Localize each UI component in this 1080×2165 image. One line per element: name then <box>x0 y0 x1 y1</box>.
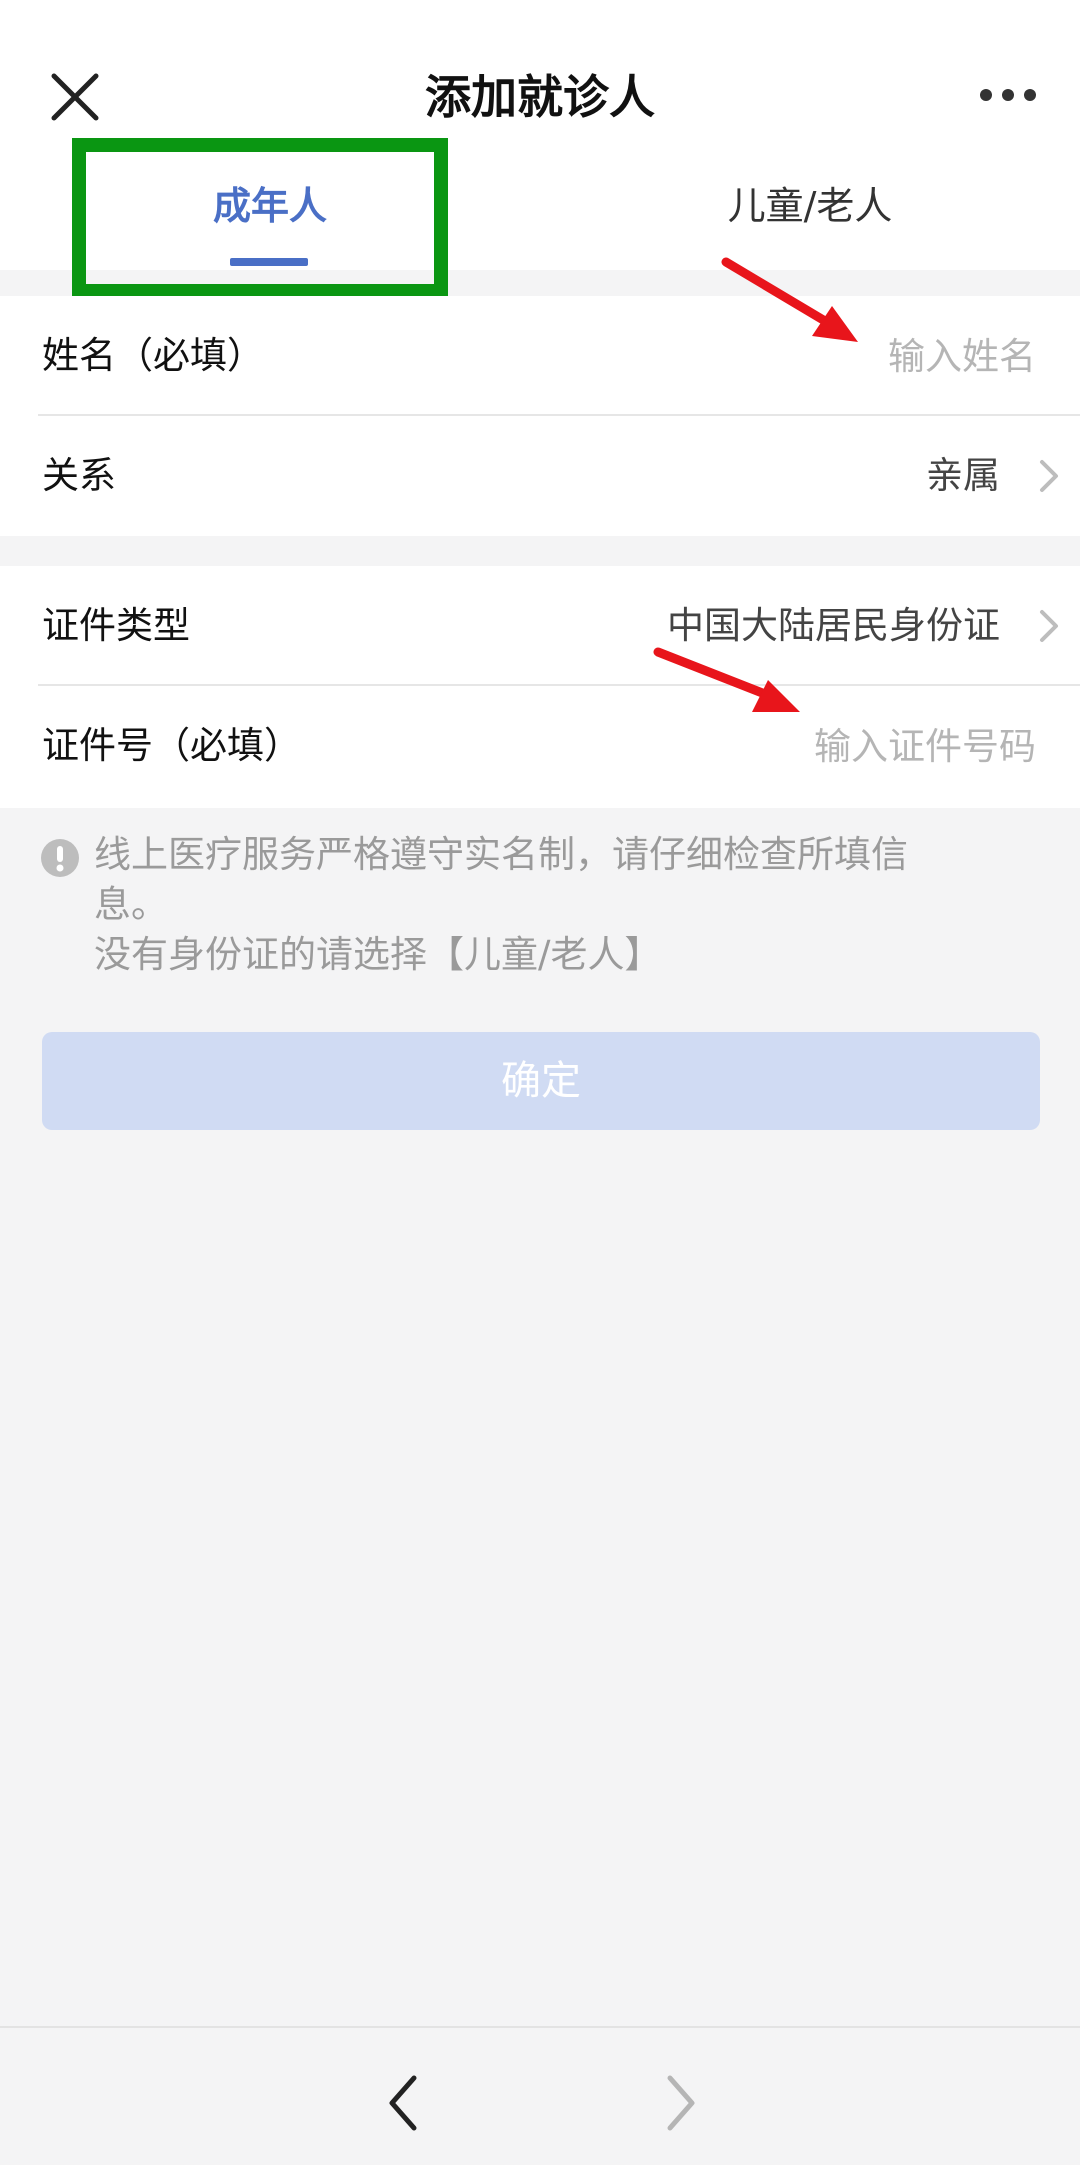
add-patient-page: 添加就诊人 成年人 儿童/老人 姓名（必填） 关系 亲属 <box>0 0 1080 2165</box>
exclamation-icon <box>41 839 79 877</box>
notice-line: 息。 <box>94 883 168 926</box>
page-title: 添加就诊人 <box>425 70 655 124</box>
chevron-right-icon <box>1040 610 1058 642</box>
annotation-highlight-box <box>72 138 448 298</box>
relation-label: 关系 <box>42 454 116 497</box>
relation-value: 亲属 <box>926 454 1000 497</box>
id-number-label: 证件号（必填） <box>42 724 301 767</box>
tab-child-elderly[interactable]: 儿童/老人 <box>650 170 970 242</box>
notice-line: 线上医疗服务严格遵守实名制，请仔细检查所填信 <box>94 833 908 876</box>
annotation-arrow <box>653 647 800 712</box>
notice-text: 线上医疗服务严格遵守实名制，请仔细检查所填信 息。 没有身份证的请选择【儿童/老… <box>94 830 1034 980</box>
id-info-group: 证件类型 中国大陆居民身份证 证件号（必填） <box>0 566 1080 808</box>
back-button[interactable] <box>378 2068 428 2138</box>
more-icon <box>980 89 1036 101</box>
notice-line: 没有身份证的请选择【儿童/老人】 <box>94 933 662 976</box>
name-row: 姓名（必填） <box>0 296 1080 416</box>
confirm-button[interactable]: 确定 <box>42 1032 1040 1130</box>
relation-row[interactable]: 关系 亲属 <box>0 416 1080 536</box>
chevron-right-icon <box>1040 460 1058 492</box>
chevron-right-icon <box>667 2075 695 2131</box>
basic-info-group: 姓名（必填） 关系 亲属 <box>0 296 1080 536</box>
id-number-input[interactable] <box>598 721 1038 771</box>
name-label: 姓名（必填） <box>42 334 264 377</box>
id-number-row: 证件号（必填） <box>0 686 1080 806</box>
id-type-label: 证件类型 <box>42 604 190 647</box>
more-button[interactable] <box>968 70 1048 120</box>
id-type-row[interactable]: 证件类型 中国大陆居民身份证 <box>0 566 1080 686</box>
chevron-left-icon <box>389 2075 417 2131</box>
annotation-arrow <box>721 257 858 342</box>
bottom-nav-bar <box>0 2026 1080 2165</box>
forward-button[interactable] <box>656 2068 706 2138</box>
